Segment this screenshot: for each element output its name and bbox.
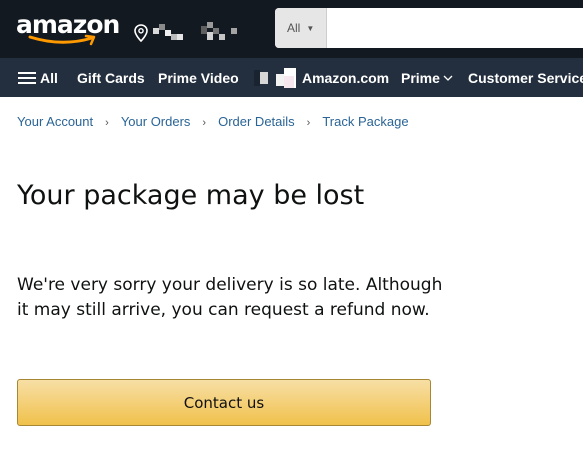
chevron-down-icon [443, 75, 453, 81]
nav-item-prime-video[interactable]: Prime Video [158, 58, 239, 97]
search-category-dropdown[interactable]: All ▼ [275, 8, 327, 48]
breadcrumb: Your Account › Your Orders › Order Details › T… [17, 114, 409, 129]
nav-item-prime-label: Prime [401, 69, 440, 86]
breadcrumb-separator: › [306, 117, 311, 129]
top-header: amazon All ▼ [0, 0, 583, 58]
breadcrumb-order-details[interactable]: Order Details [218, 114, 295, 129]
redacted-location-name [153, 24, 183, 40]
breadcrumb-your-orders[interactable]: Your Orders [121, 114, 191, 129]
nav-item-amazon-com[interactable]: Amazon.com [302, 58, 389, 97]
breadcrumb-track-package[interactable]: Track Package [322, 114, 408, 129]
nav-all-menu[interactable]: All [18, 58, 58, 97]
lost-package-message: We're very sorry your delivery is so lat… [17, 275, 443, 320]
smile-arrow-icon [28, 34, 96, 46]
nav-item-prime[interactable]: Prime [401, 58, 453, 97]
nav-all-label: All [40, 69, 58, 86]
page-title: Your package may be lost [17, 180, 365, 211]
location-pin-icon[interactable] [133, 24, 149, 42]
nav-item-customer-service[interactable]: Customer Service [468, 58, 583, 97]
search-category-label: All [287, 21, 301, 35]
amazon-logo[interactable]: amazon [16, 10, 120, 50]
nav-bar: All Gift Cards Prime Video Amazon.com Pr… [0, 58, 583, 97]
hamburger-menu-icon [18, 71, 36, 85]
redacted-nav-item [254, 68, 296, 88]
contact-us-button[interactable]: Contact us [17, 379, 431, 426]
breadcrumb-separator: › [202, 117, 207, 129]
nav-item-gift-cards[interactable]: Gift Cards [77, 58, 145, 97]
breadcrumb-separator: › [105, 117, 109, 129]
breadcrumb-your-account[interactable]: Your Account [17, 114, 93, 129]
caret-down-icon: ▼ [306, 23, 315, 33]
search-bar: All ▼ [275, 8, 583, 48]
redacted-location-detail [201, 22, 237, 40]
search-input[interactable] [327, 8, 583, 48]
